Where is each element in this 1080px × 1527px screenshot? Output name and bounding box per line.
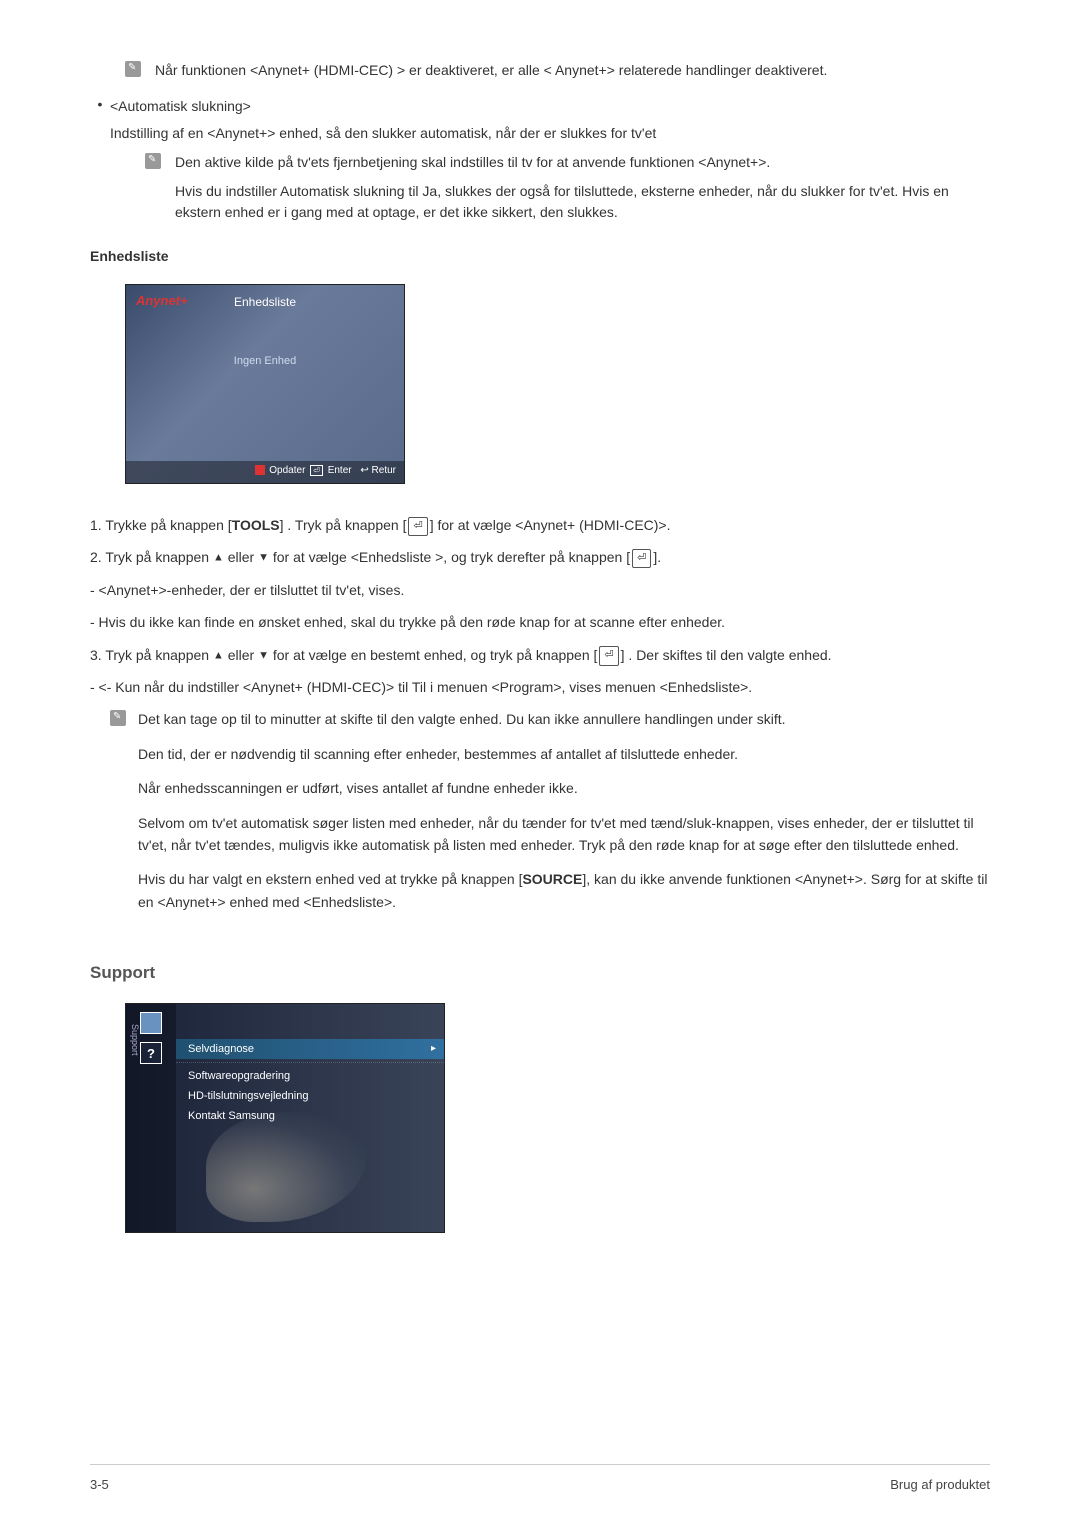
question-icon: ?	[140, 1042, 162, 1064]
note-2: Den tid, der er nødvendig til scanning e…	[138, 743, 990, 765]
auto-off-title: <Automatisk slukning>	[110, 96, 990, 117]
update-label: Opdater	[269, 465, 305, 476]
page-section: Brug af produktet	[890, 1477, 990, 1492]
dash-2: - Hvis du ikke kan finde en ønsket enhed…	[90, 611, 990, 633]
enter-icon: ⏎	[310, 465, 323, 476]
notes-block: Det kan tage op til to minutter at skift…	[110, 708, 990, 913]
support-item-hd-tilslutning[interactable]: HD-tilslutningsvejledning	[176, 1086, 444, 1106]
enhedsliste-empty: Ingen Enhed	[234, 355, 296, 367]
up-arrow-icon: ▲	[213, 649, 224, 661]
return-icon: ↩	[360, 465, 368, 476]
tools-button-label: TOOLS	[232, 517, 280, 533]
note-anynet-disabled: Når funktionen <Anynet+ (HDMI-CEC) > er …	[125, 60, 990, 81]
auto-off-note1: Den aktive kilde på tv'ets fjernbetjenin…	[175, 152, 990, 173]
enhedsliste-heading: Enhedsliste	[90, 248, 990, 264]
picture-icon	[140, 1012, 162, 1034]
enter-icon: ⏎	[632, 549, 651, 569]
note-text: Når funktionen <Anynet+ (HDMI-CEC) > er …	[155, 60, 990, 81]
step-1: 1. Trykke på knappen [TOOLS] . Tryk på k…	[90, 514, 990, 536]
auto-off-note: Den aktive kilde på tv'ets fjernbetjenin…	[145, 152, 990, 223]
note-1: Det kan tage op til to minutter at skift…	[138, 708, 990, 730]
down-arrow-icon: ▼	[258, 552, 269, 564]
support-item-kontakt-samsung[interactable]: Kontakt Samsung	[176, 1106, 444, 1126]
support-side-label: Support	[130, 1024, 140, 1056]
enter-icon: ⏎	[599, 646, 618, 666]
note-5: Hvis du har valgt en ekstern enhed ved a…	[138, 868, 990, 913]
support-sidebar: Support ?	[126, 1004, 176, 1232]
up-arrow-icon: ▲	[213, 552, 224, 564]
support-item-softwareopgradering[interactable]: Softwareopgradering	[176, 1066, 444, 1086]
pencil-icon	[145, 153, 161, 169]
enhedsliste-footer: Opdater ⏎ Enter ↩ Retur	[126, 461, 404, 483]
red-square-icon	[255, 465, 265, 475]
support-heading: Support	[90, 963, 990, 983]
support-item-selvdiagnose[interactable]: Selvdiagnose	[176, 1039, 444, 1059]
support-screenshot: Support ? Selvdiagnose Softwareopgraderi…	[125, 1003, 445, 1233]
enter-icon: ⏎	[408, 517, 427, 537]
dash-1: - <Anynet+>-enheder, der er tilsluttet t…	[90, 579, 990, 601]
step-2: 2. Tryk på knappen ▲ eller ▼ for at vælg…	[90, 546, 990, 568]
note-3: Når enhedsscanningen er udført, vises an…	[138, 777, 990, 799]
note-4: Selvom om tv'et automatisk søger listen …	[138, 812, 990, 857]
source-button-label: SOURCE	[522, 871, 582, 887]
auto-off-note2: Hvis du indstiller Automatisk slukning t…	[175, 181, 990, 223]
enter-label: Enter	[328, 465, 352, 476]
support-content: Selvdiagnose Softwareopgradering HD-tils…	[176, 1004, 444, 1232]
step-3: 3. Tryk på knappen ▲ eller ▼ for at vælg…	[90, 644, 990, 666]
dash-3: - <- Kun når du indstiller <Anynet+ (HDM…	[90, 676, 990, 698]
auto-off-desc: Indstilling af en <Anynet+> enhed, så de…	[110, 123, 990, 144]
pencil-icon	[125, 61, 141, 77]
enhedsliste-title: Enhedsliste	[234, 295, 296, 309]
pencil-icon	[110, 710, 126, 726]
enhedsliste-screenshot: Anynet+ Enhedsliste Ingen Enhed Opdater …	[125, 284, 405, 484]
page-number: 3-5	[90, 1477, 109, 1492]
anynet-logo: Anynet+	[136, 293, 188, 308]
down-arrow-icon: ▼	[258, 649, 269, 661]
page-footer: 3-5 Brug af produktet	[90, 1464, 990, 1492]
decor-image	[206, 1112, 366, 1222]
auto-off-item: • <Automatisk slukning> Indstilling af e…	[90, 96, 990, 144]
return-label: Retur	[372, 465, 396, 476]
